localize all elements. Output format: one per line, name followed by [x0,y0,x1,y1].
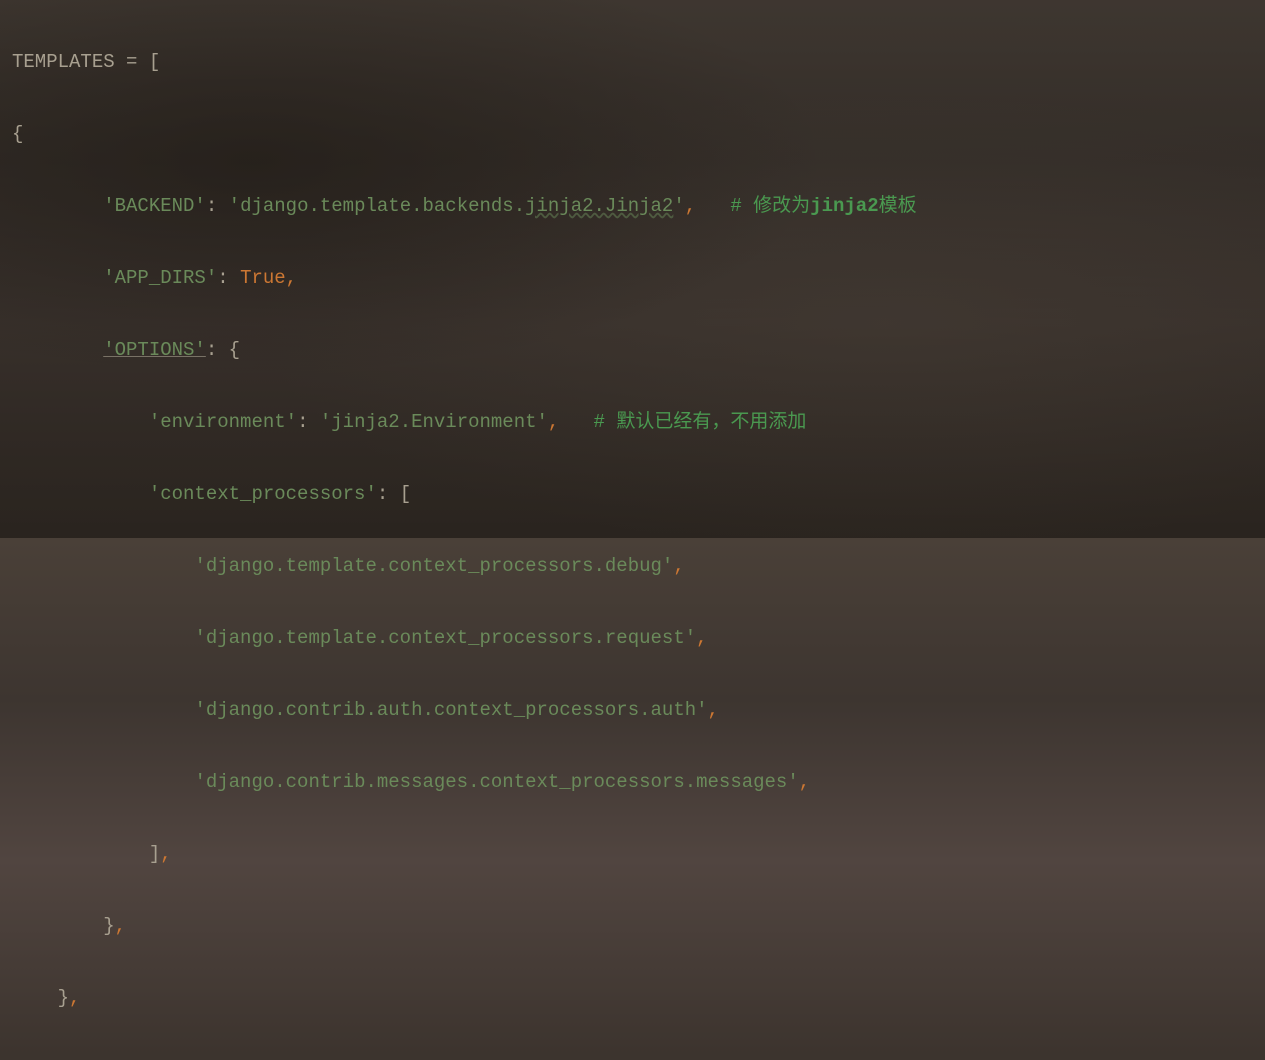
comment-text: # 默认已经有，不用添加 [594,411,807,433]
dict-key-environment: 'environment' [149,411,297,433]
string-environment-value: 'jinja2.Environment' [320,411,548,433]
indent [12,267,103,289]
indent [12,843,149,865]
code-line-9: 'django.template.context_processors.requ… [12,620,1253,656]
code-line-13: }, [12,908,1253,944]
code-line-6: 'environment': 'jinja2.Environment', # 默… [12,404,1253,440]
code-line-5: 'OPTIONS': { [12,332,1253,368]
string-processor-debug: 'django.template.context_processors.debu… [194,555,673,577]
comma: , [673,555,684,577]
comma: , [286,267,297,289]
colon: : [206,195,229,217]
code-line-12: ], [12,836,1253,872]
code-line-11: 'django.contrib.messages.context_process… [12,764,1253,800]
code-line-1: TEMPLATES = [ [12,44,1253,80]
comma: , [115,915,126,937]
string-quote: ' [673,195,684,217]
string-processor-messages: 'django.contrib.messages.context_process… [194,771,798,793]
dict-key-backend: 'BACKEND' [103,195,206,217]
colon: : [377,483,400,505]
indent [12,195,103,217]
indent [12,771,194,793]
indent [12,555,194,577]
brace-open: { [12,123,23,145]
code-line-8: 'django.template.context_processors.debu… [12,548,1253,584]
colon: : [206,339,229,361]
brace-close: } [58,987,69,1009]
comma: , [69,987,80,1009]
code-line-4: 'APP_DIRS': True, [12,260,1253,296]
comment-rest: 模板 [879,195,917,217]
dict-key-appdirs: 'APP_DIRS' [103,267,217,289]
spaces [696,195,730,217]
code-line-3: 'BACKEND': 'django.template.backends.jin… [12,188,1253,224]
colon: : [297,411,320,433]
string-jinja2-underline: jinja2.Jinja2 [525,195,673,217]
indent [12,987,58,1009]
code-line-10: 'django.contrib.auth.context_processors.… [12,692,1253,728]
operator-equals: = [115,51,149,73]
variable-templates: TEMPLATES [12,51,115,73]
string-processor-request: 'django.template.context_processors.requ… [194,627,696,649]
bool-true: True [240,267,286,289]
indent [12,339,103,361]
indent [12,627,194,649]
bracket-open: [ [400,483,411,505]
bracket-close: ] [149,843,160,865]
comment-jinja2: jinja2 [810,195,878,217]
dict-key-context-processors: 'context_processors' [149,483,377,505]
indent [12,411,149,433]
comma: , [548,411,559,433]
spaces [559,411,593,433]
indent [12,483,149,505]
brace-close: } [103,915,114,937]
code-line-14: }, [12,980,1253,1016]
comma: , [160,843,171,865]
code-editor[interactable]: TEMPLATES = [ { 'BACKEND': 'django.templ… [0,0,1265,1060]
comment-text: # 修改为 [730,195,810,217]
string-quote: ' [229,195,240,217]
comma: , [708,699,719,721]
dict-key-options: 'OPTIONS' [103,339,206,361]
comma: , [685,195,696,217]
brace-open: { [229,339,240,361]
comma: , [696,627,707,649]
string-backend-value: django.template.backends. [240,195,525,217]
code-line-2: { [12,116,1253,152]
indent [12,699,194,721]
colon: : [217,267,240,289]
bracket-open: [ [149,51,160,73]
comma: , [799,771,810,793]
indent [12,915,103,937]
string-processor-auth: 'django.contrib.auth.context_processors.… [194,699,707,721]
code-line-7: 'context_processors': [ [12,476,1253,512]
